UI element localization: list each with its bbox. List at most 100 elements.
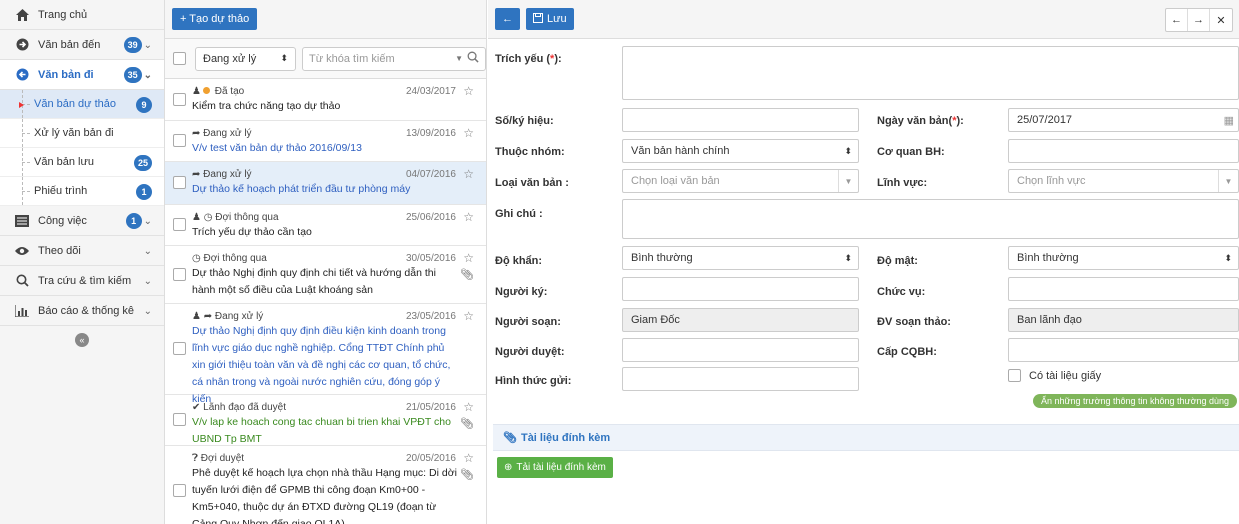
list-item[interactable]: ➦ Đang xử lý 04/07/2016 ☆ Dự thảo kế hoạc… — [165, 162, 486, 205]
save-button[interactable]: Lưu — [526, 8, 574, 30]
urgency-select[interactable]: Bình thường ⬍ — [622, 246, 859, 270]
arrow-circle-left-icon — [15, 68, 29, 82]
sidebar-item-archived[interactable]: Văn bản lưu 25 — [0, 148, 164, 177]
dropdown-caret-icon[interactable]: ▼ — [455, 54, 463, 63]
summary-textarea[interactable] — [622, 46, 1239, 100]
composer-value: Giam Đốc — [631, 314, 680, 326]
nav-tasks[interactable]: Công việc 1 ⌄ — [0, 206, 164, 236]
list-item[interactable]: ♟ ➦ Đang xử lý 23/05/2016 ☆ Dự thảo Nghị … — [165, 304, 486, 405]
unit-field: Ban lãnh đạo — [1008, 308, 1239, 332]
item-checkbox[interactable] — [173, 342, 186, 355]
select-all-checkbox[interactable] — [173, 52, 186, 65]
item-checkbox[interactable] — [173, 218, 186, 231]
double-chevron-left-icon: « — [79, 335, 85, 345]
star-icon[interactable]: ☆ — [463, 126, 474, 140]
paperclip-icon: 📎︎ — [460, 469, 474, 481]
item-date: 23/05/2016 — [405, 310, 456, 322]
calendar-icon[interactable]: ▦ — [1224, 114, 1234, 127]
next-record-button[interactable]: → — [1188, 9, 1210, 31]
approver-field[interactable] — [622, 338, 859, 362]
item-status: Lãnh đạo đã duyệt — [203, 401, 287, 413]
group-select[interactable]: Văn bản hành chính ⬍ — [622, 139, 859, 163]
position-label: Chức vụ: — [877, 286, 926, 298]
item-checkbox[interactable] — [173, 413, 186, 426]
sidebar-item-submissions[interactable]: Phiếu trình 1 — [0, 177, 164, 206]
composer-field: Giam Đốc — [622, 308, 859, 332]
create-draft-button[interactable]: + Tạo dự thảo — [172, 8, 258, 30]
list-item[interactable]: ◷ Đợi thông qua 30/05/2016 ☆ Dự thảo Nghị… — [165, 246, 486, 304]
search-input[interactable] — [309, 52, 439, 65]
bar-chart-icon — [15, 304, 29, 318]
upload-attachment-button[interactable]: ⊕ Tải tài liệu đính kèm — [497, 457, 613, 478]
nav-home-label: Trang chủ — [38, 8, 88, 21]
star-icon[interactable]: ☆ — [463, 251, 474, 265]
select-arrows-icon: ⬍ — [844, 252, 852, 263]
star-icon[interactable]: ☆ — [463, 309, 474, 323]
archived-count-badge: 25 — [133, 154, 152, 171]
nav-incoming[interactable]: Văn bản đến 39 ⌄ — [0, 30, 164, 60]
nav-outgoing[interactable]: Văn bản đi 35 ⌄ — [0, 60, 164, 90]
item-title: V/v test văn bản dự thảo 2016/09/13 — [192, 142, 362, 154]
sidebar-item-drafts[interactable]: Văn bản dự thảo 9 — [0, 90, 164, 119]
tasks-count-badge: 1 — [125, 213, 142, 229]
item-checkbox[interactable] — [173, 267, 186, 281]
paper-docs-option[interactable]: Có tài liệu giấy — [1008, 369, 1101, 382]
item-checkbox[interactable] — [173, 134, 186, 147]
select-arrows-icon: ⬍ — [844, 145, 852, 156]
star-icon[interactable]: ☆ — [463, 400, 474, 414]
nav-home[interactable]: Trang chủ — [0, 0, 164, 30]
paper-docs-checkbox[interactable] — [1008, 369, 1021, 382]
chevron-down-icon: ⌄ — [143, 215, 152, 227]
clock-icon: ◷ — [192, 252, 201, 264]
sidebar: Trang chủ Văn bản đến 39 ⌄ Văn bản đi 35 ⌄… — [0, 0, 165, 524]
search-box[interactable]: ▼ — [302, 46, 486, 71]
expand-icon[interactable]: ✕ — [1210, 9, 1232, 31]
star-icon[interactable]: ☆ — [463, 84, 474, 98]
list-item[interactable]: ❓︎ Đợi duyệt 20/05/2016 ☆ Phê duyệt kế ho… — [165, 446, 486, 524]
arrow-left-icon: ← — [502, 13, 513, 25]
list-item[interactable]: ➦ Đang xử lý 13/09/2016 ☆ V/v test văn bả… — [165, 121, 486, 162]
agency-field[interactable] — [1008, 139, 1239, 163]
doctype-select[interactable]: Chọn loại văn bản ▼ — [622, 169, 859, 193]
nav-follow[interactable]: Theo dõi ⌄ — [0, 236, 164, 266]
nav-reports[interactable]: Báo cáo & thống kê ⌄ — [0, 296, 164, 326]
collapse-sidebar-button[interactable]: « — [75, 333, 89, 347]
status-filter-select[interactable]: Đang xử lý ⬍ — [195, 46, 296, 71]
list-item[interactable]: ♟ ◷ Đợi thông qua 25/06/2016 ☆ Trích yếu … — [165, 205, 486, 246]
field-placeholder: Chọn lĩnh vực — [1017, 175, 1086, 187]
drafts-count-badge: 9 — [136, 96, 152, 113]
back-button[interactable]: ← — [495, 8, 520, 30]
date-field[interactable]: 25/07/2017 ▦ — [1008, 108, 1239, 132]
star-icon[interactable]: ☆ — [463, 167, 474, 181]
item-checkbox[interactable] — [173, 92, 186, 106]
chevron-down-icon: ▼ — [1218, 170, 1238, 192]
note-label: Ghi chú : — [495, 208, 543, 220]
note-textarea[interactable] — [622, 199, 1239, 239]
signer-field[interactable] — [622, 277, 859, 301]
number-field[interactable] — [622, 108, 859, 132]
secrecy-value: Bình thường — [1017, 252, 1079, 264]
paperclip-icon: 📎︎ — [460, 418, 474, 430]
level-field[interactable] — [1008, 338, 1239, 362]
field-select[interactable]: Chọn lĩnh vực ▼ — [1008, 169, 1239, 193]
item-checkbox[interactable] — [173, 176, 186, 189]
hide-uncommon-fields-button[interactable]: Ẩn những trường thông tin không thường d… — [1033, 394, 1238, 408]
secrecy-select[interactable]: Bình thường ⬍ — [1008, 246, 1239, 270]
prev-record-button[interactable]: ← — [1166, 9, 1188, 31]
item-status: Đợi thông qua — [203, 252, 267, 264]
chevron-down-icon: ⌄ — [143, 39, 152, 51]
list-item[interactable]: ♟ Đã tạo 24/03/2017 ☆ Kiểm tra chức năng … — [165, 79, 486, 121]
chevron-down-icon: ⌄ — [143, 305, 152, 317]
send-method-field[interactable] — [622, 367, 859, 391]
star-icon[interactable]: ☆ — [463, 210, 474, 224]
position-field[interactable] — [1008, 277, 1239, 301]
search-icon[interactable] — [467, 51, 479, 66]
list-item[interactable]: ✔ Lãnh đạo đã duyệt 21/05/2016 ☆ V/v lap … — [165, 395, 486, 446]
star-icon[interactable]: ☆ — [463, 451, 474, 465]
item-checkbox[interactable] — [173, 484, 186, 497]
search-icon — [15, 274, 29, 288]
nav-lookup[interactable]: Tra cứu & tìm kiếm ⌄ — [0, 266, 164, 296]
sidebar-item-process-outgoing[interactable]: Xử lý văn bản đi — [0, 119, 164, 148]
home-icon — [15, 8, 29, 22]
urgency-value: Bình thường — [631, 252, 693, 264]
